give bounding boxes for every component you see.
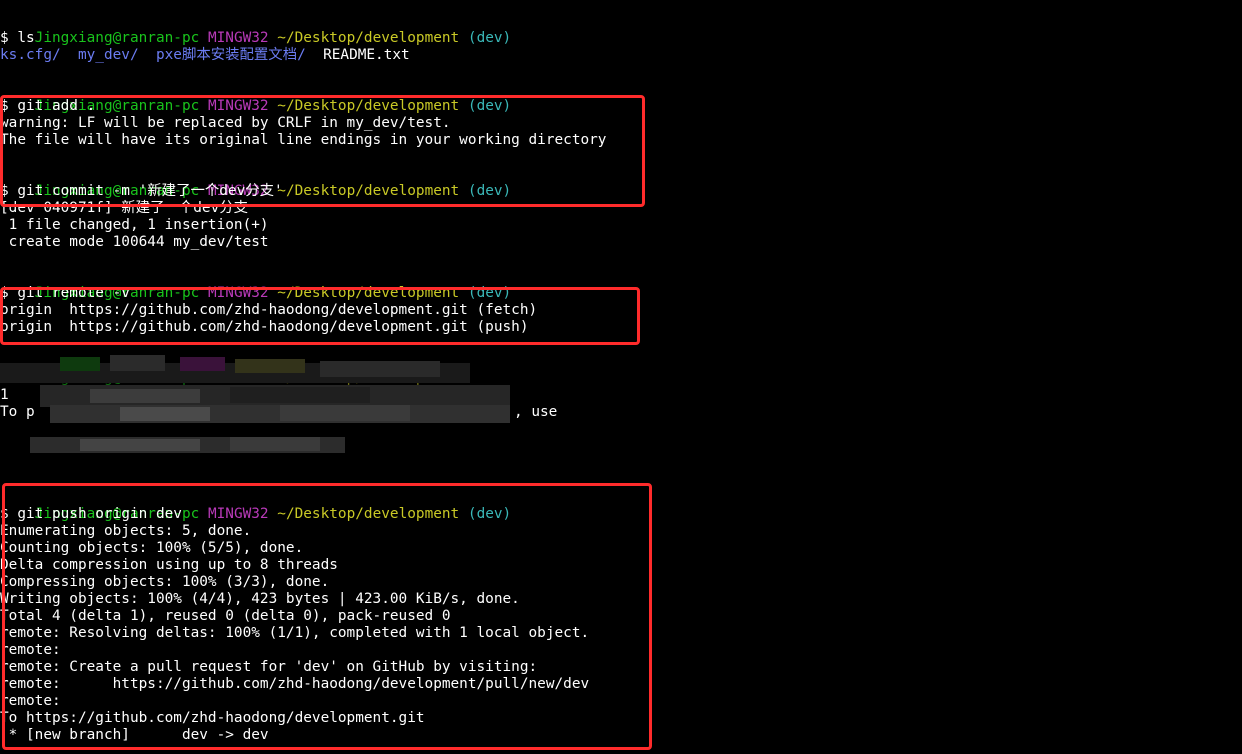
command-line: $ git remote -v bbox=[0, 285, 130, 301]
command-line: $ ls bbox=[0, 30, 35, 46]
prompt-path: ~/Desktop/development bbox=[277, 30, 460, 46]
output-line: Counting objects: 100% (5/5), done. bbox=[0, 540, 304, 556]
output-line: 1 file changed, 1 insertion(+) bbox=[0, 217, 269, 233]
output-line: create mode 100644 my_dev/test bbox=[0, 234, 269, 250]
prompt-path: ~/Desktop/development bbox=[277, 285, 460, 301]
prompt-shell: MINGW32 bbox=[207, 506, 269, 522]
output-line: remote: bbox=[0, 693, 61, 709]
output-line: remote: Create a pull request for 'dev' … bbox=[0, 659, 538, 675]
output-line: Compressing objects: 100% (3/3), done. bbox=[0, 574, 330, 590]
command-line: $ git push origin dev bbox=[0, 506, 182, 522]
prompt-path: ~/Desktop/development bbox=[277, 183, 460, 199]
prompt-path: ~/Desktop/development bbox=[277, 370, 460, 386]
ls-item: my_dev/ bbox=[77, 47, 139, 63]
prompt-user-host: Jingxiang@ranran-pc bbox=[34, 30, 200, 46]
output-line: * [new branch] dev -> dev bbox=[0, 727, 269, 743]
output-line: remote: bbox=[0, 642, 61, 658]
prompt-branch: (dev) bbox=[467, 98, 512, 114]
output-line: Delta compression using up to 8 threads bbox=[0, 557, 338, 573]
output-line: remote: https://github.com/zhd-haodong/d… bbox=[0, 676, 590, 692]
ls-item: ks.cfg/ bbox=[0, 47, 61, 63]
output-line: Writing objects: 100% (4/4), 423 bytes |… bbox=[0, 591, 520, 607]
prompt-branch: (dev) bbox=[467, 506, 512, 522]
prompt-line: Jingxiang@ranran-pc MINGW32 ~/Desktop/de… bbox=[0, 13, 512, 46]
prompt-line: Jingxiang@ranran-pc MINGW32 ~/Desktop/de… bbox=[0, 489, 512, 522]
prompt-branch: (dev) bbox=[467, 183, 512, 199]
prompt-line: Jingxiang@ranran-pc MINGW32 ~/Desktop/de… bbox=[0, 81, 512, 114]
command-line: $ git add . bbox=[0, 98, 96, 114]
prompt-shell: MINGW32 bbox=[207, 30, 269, 46]
ls-output: ks.cfg/ my_dev/ pxe脚本安装配置文档/ README.txt bbox=[0, 47, 410, 64]
output-line: remote: Resolving deltas: 100% (1/1), co… bbox=[0, 625, 590, 641]
prompt-line: Jingxiang@ranran-pc MINGW32 ~/Desktop/de… bbox=[0, 166, 512, 199]
output-line: To https://github.com/zhd-haodong/develo… bbox=[0, 710, 425, 726]
prompt-shell: MINGW32 bbox=[207, 98, 269, 114]
prompt-line: Jingxiang@ranran-pc MINGW32 ~/Desktop/de… bbox=[0, 268, 512, 301]
prompt-user-host: Jingxiang@ranran-pc bbox=[34, 370, 200, 386]
prompt-branch: (dev) bbox=[467, 285, 512, 301]
output-line: [dev 040971f] 新建了一个dev分支 bbox=[0, 200, 249, 216]
output-line: Enumerating objects: 5, done. bbox=[0, 523, 252, 539]
ls-item: README.txt bbox=[323, 47, 410, 63]
terminal-window[interactable]: Jingxiang@ranran-pc MINGW32 ~/Desktop/de… bbox=[0, 0, 1242, 754]
output-line: Total 4 (delta 1), reused 0 (delta 0), p… bbox=[0, 608, 451, 624]
prompt-path: ~/Desktop/development bbox=[277, 98, 460, 114]
ls-item: pxe脚本安装配置文档/ bbox=[155, 47, 306, 63]
output-line: The file will have its original line end… bbox=[0, 132, 607, 148]
output-line: warning: LF will be replaced by CRLF in … bbox=[0, 115, 451, 131]
prompt-shell: MINGW32 bbox=[207, 285, 269, 301]
output-line: origin https://github.com/zhd-haodong/de… bbox=[0, 302, 538, 318]
output-line: origin https://github.com/zhd-haodong/de… bbox=[0, 319, 529, 335]
prompt-branch: (dev) bbox=[467, 30, 512, 46]
obscured-output-line: To p bbox=[0, 404, 35, 420]
prompt-path: ~/Desktop/development bbox=[277, 506, 460, 522]
obscured-prompt-line: Jingxiang@ranran-pc MINGW32 ~/Desktop/de… bbox=[0, 353, 460, 386]
prompt-shell: MINGW32 bbox=[207, 370, 269, 386]
obscured-output-line: 1 bbox=[0, 387, 9, 403]
obscured-output-line: , use bbox=[514, 404, 558, 420]
command-line: $ git commit -m '新建了一个dev分支' bbox=[0, 183, 283, 199]
